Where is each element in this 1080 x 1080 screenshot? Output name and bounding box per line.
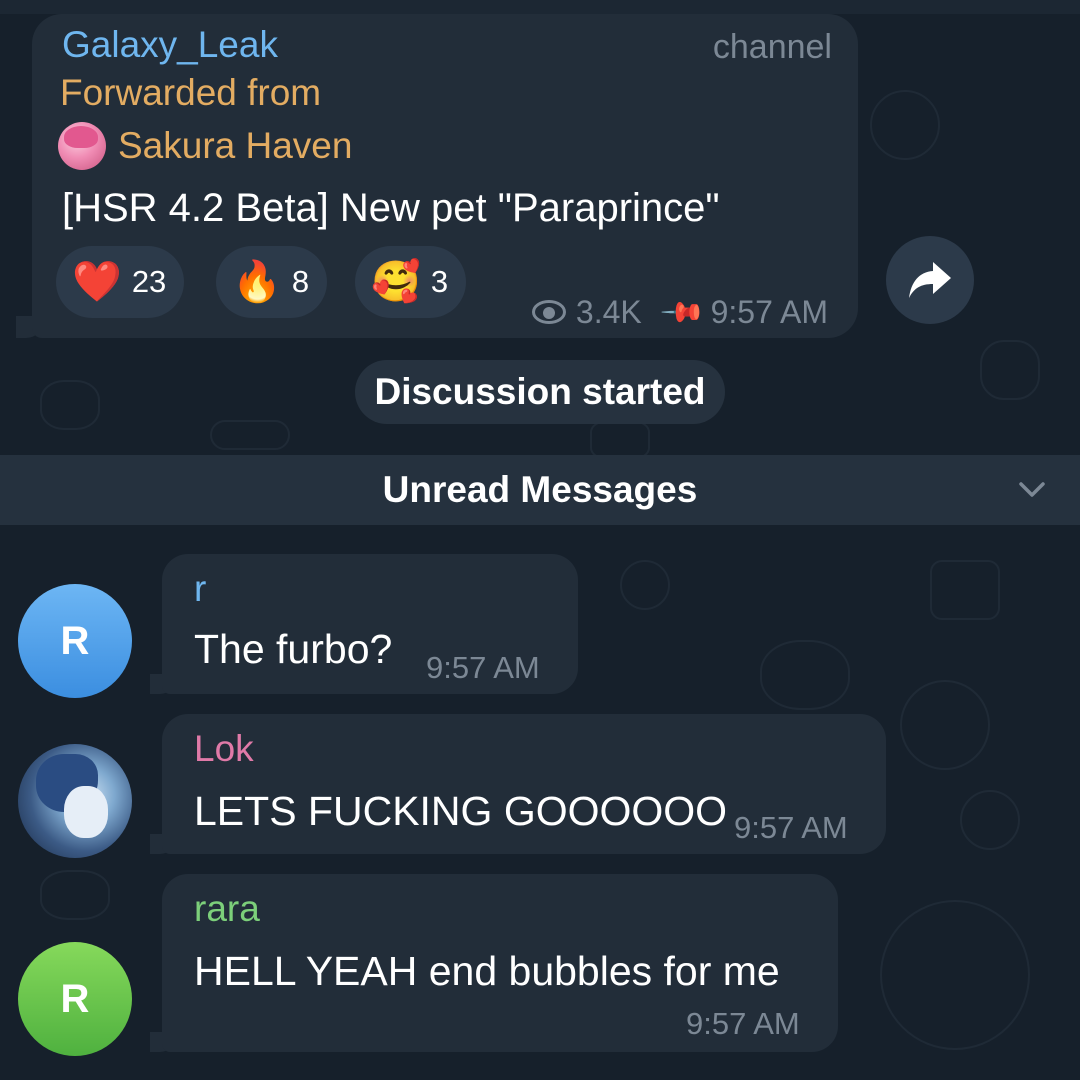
eye-icon xyxy=(531,300,566,324)
unread-label: Unread Messages xyxy=(382,469,698,510)
message-time: 9:57 AM xyxy=(734,810,848,845)
avatar-rara[interactable]: R xyxy=(18,942,132,1056)
forward-origin-avatar xyxy=(58,122,106,170)
message-bubble[interactable]: r The furbo? 9:57 AM xyxy=(162,554,578,694)
reaction-count: 3 xyxy=(430,264,449,299)
message-text: The furbo? xyxy=(194,626,393,672)
post-meta: 3.4K 📌 9:57 AM xyxy=(531,289,828,335)
share-button[interactable] xyxy=(886,236,974,324)
share-arrow-icon xyxy=(909,262,951,298)
message-sender[interactable]: r xyxy=(194,568,206,610)
forward-origin[interactable]: Sakura Haven xyxy=(58,120,352,172)
message-sender[interactable]: Lok xyxy=(194,728,254,770)
message-text: LETS FUCKING GOOOOOO xyxy=(194,788,728,834)
reaction-heart[interactable]: ❤️ 23 xyxy=(56,246,185,318)
avatar-r[interactable]: R xyxy=(18,584,132,698)
message-sender[interactable]: rara xyxy=(194,888,260,930)
message-time: 9:57 AM xyxy=(686,1006,800,1041)
reaction-smiling-hearts[interactable]: 🥰 3 xyxy=(355,246,467,318)
view-count: 3.4K xyxy=(575,293,642,330)
avatar-letter: R xyxy=(60,618,90,663)
reaction-count: 8 xyxy=(291,264,310,299)
reaction-count: 23 xyxy=(131,264,167,299)
channel-post-bubble[interactable]: Galaxy_Leak channel Forwarded from Sakur… xyxy=(32,14,858,338)
message-text: HELL YEAH end bubbles for me xyxy=(194,948,780,994)
reaction-fire[interactable]: 🔥 8 xyxy=(216,246,328,318)
fire-emoji-icon: 🔥 xyxy=(232,260,282,304)
previous-message-edge xyxy=(0,0,1080,14)
forwarded-label: Forwarded from xyxy=(60,72,322,113)
message-time: 9:57 AM xyxy=(426,650,540,685)
post-time: 9:57 AM xyxy=(710,293,828,330)
chevron-down-icon[interactable] xyxy=(1018,475,1046,503)
pin-icon: 📌 xyxy=(659,288,707,336)
message-bubble[interactable]: Lok LETS FUCKING GOOOOOO 9:57 AM xyxy=(162,714,886,854)
smiling-face-hearts-emoji-icon: 🥰 xyxy=(371,260,421,304)
forward-origin-name[interactable]: Sakura Haven xyxy=(118,125,352,167)
avatar-letter: R xyxy=(60,976,90,1021)
avatar-lok[interactable] xyxy=(18,744,132,858)
heart-emoji-icon: ❤️ xyxy=(72,260,122,304)
channel-tag: channel xyxy=(712,28,832,66)
post-text: [HSR 4.2 Beta] New pet "Paraprince" xyxy=(62,186,720,230)
post-sender-name[interactable]: Galaxy_Leak xyxy=(62,24,278,66)
unread-messages-bar[interactable]: Unread Messages xyxy=(0,455,1080,525)
service-message: Discussion started xyxy=(355,360,725,424)
message-bubble[interactable]: rara HELL YEAH end bubbles for me 9:57 A… xyxy=(162,874,838,1052)
